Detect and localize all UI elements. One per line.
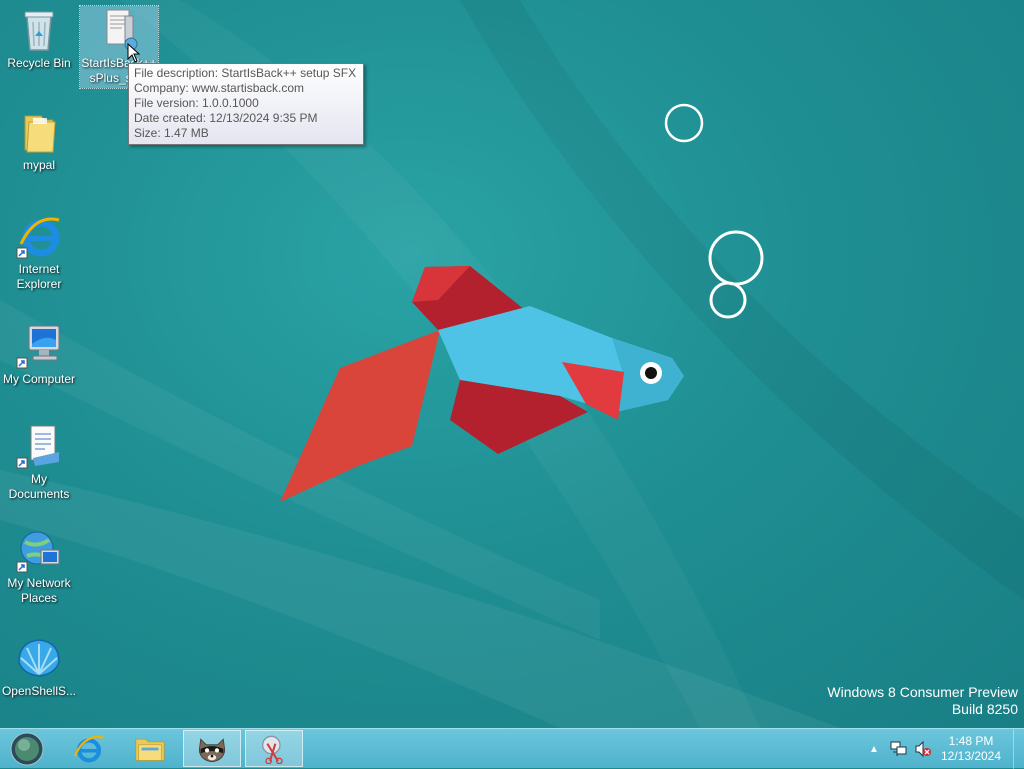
computer-icon [16, 325, 60, 369]
tooltip-created: Date created: 12/13/2024 9:35 PM [134, 111, 318, 125]
desktop-icon-my-documents[interactable]: My Documents [0, 422, 78, 502]
internet-explorer-icon [73, 735, 104, 762]
taskbar-snipping-tool[interactable] [245, 730, 303, 767]
taskbar-internet-explorer[interactable] [60, 730, 118, 767]
desktop[interactable]: Recycle Bin StartIsBack++ sPlus_se... my… [0, 0, 1024, 728]
desktop-icon-label: OpenShellS... [1, 684, 77, 698]
clock-time: 1:48 PM [948, 734, 994, 748]
tooltip-company: Company: www.startisback.com [134, 81, 305, 95]
show-desktop-button[interactable] [1013, 729, 1024, 769]
taskbar: ▲ 1:48 PM 12/13/2024 [0, 728, 1024, 769]
desktop-icon-my-computer[interactable]: My Computer [0, 322, 78, 387]
file-info-tooltip: File description: StartIsBack++ setup SF… [128, 63, 364, 145]
folder-icon [24, 115, 56, 153]
internet-explorer-icon [16, 217, 60, 259]
desktop-icon-label: My Computer [2, 372, 76, 386]
start-button[interactable] [2, 730, 52, 767]
tooltip-size: Size: 1.47 MB [134, 126, 209, 140]
desktop-icon-label: My Documents [8, 472, 70, 501]
snipping-tool-icon [262, 735, 283, 764]
taskbar-clock[interactable]: 1:48 PM 12/13/2024 [936, 734, 1006, 764]
openshell-icon [18, 639, 60, 677]
watermark-edition: Windows 8 Consumer Preview [827, 684, 1018, 700]
desktop-icon-my-network-places[interactable]: My Network Places [0, 526, 78, 606]
volume-muted-icon[interactable] [914, 741, 932, 757]
show-hidden-icons-icon[interactable]: ▲ [866, 744, 882, 755]
desktop-icon-label: Internet Explorer [16, 262, 62, 291]
tooltip-description: File description: StartIsBack++ setup SF… [134, 66, 357, 80]
os-watermark: Windows 8 Consumer Preview Build 8250 [827, 684, 1018, 717]
desktop-icon-label: My Network Places [7, 576, 71, 605]
desktop-icon-internet-explorer[interactable]: Internet Explorer [0, 212, 78, 292]
network-icon [16, 531, 60, 573]
start-orb-icon [10, 732, 44, 765]
taskbar-file-explorer[interactable] [121, 730, 179, 767]
desktop-icon-label: mypal [22, 158, 55, 172]
desktop-icon-recycle-bin[interactable]: Recycle Bin [0, 6, 78, 71]
mouse-cursor-icon [127, 43, 141, 63]
recycle-bin-icon [24, 11, 54, 51]
taskbar-raccoon-app[interactable] [183, 730, 241, 767]
watermark-build: Build 8250 [951, 701, 1018, 717]
file-explorer-icon [135, 738, 165, 761]
desktop-icon-label: Recycle Bin [7, 56, 71, 70]
clock-date: 12/13/2024 [940, 749, 1002, 763]
desktop-icon-openshell[interactable]: OpenShellS... [0, 634, 78, 699]
documents-icon [16, 425, 59, 469]
tooltip-version: File version: 1.0.0.1000 [134, 96, 259, 110]
network-status-icon[interactable] [890, 741, 908, 757]
raccoon-app-icon [198, 737, 226, 762]
desktop-icon-mypal[interactable]: mypal [0, 108, 78, 173]
system-tray: ▲ [866, 729, 932, 769]
